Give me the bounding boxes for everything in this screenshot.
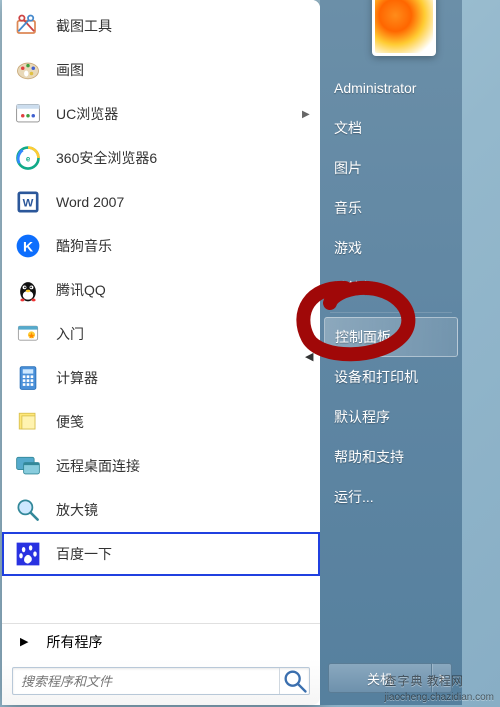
right-item-label: 游戏 (334, 238, 362, 258)
right-item-label: 运行... (334, 487, 374, 507)
search-button[interactable] (279, 668, 309, 694)
notes-icon (12, 406, 44, 438)
rdp-icon (12, 450, 44, 482)
right-item-music[interactable]: 音乐 (320, 188, 462, 228)
program-label: 入门 (56, 324, 312, 344)
program-label: Word 2007 (56, 194, 312, 210)
program-label: 放大镜 (56, 500, 312, 520)
paint-icon (12, 54, 44, 86)
right-item-control-panel[interactable]: 控制面板 (324, 317, 458, 357)
right-item-label: 音乐 (334, 198, 362, 218)
snip-icon (12, 10, 44, 42)
360-icon: e (12, 142, 44, 174)
separator (330, 312, 452, 313)
search-box (12, 667, 310, 695)
magnifier-icon (12, 494, 44, 526)
right-item-label: 计算机 (334, 278, 376, 298)
program-label: 画图 (56, 60, 312, 80)
right-item-label: 默认程序 (334, 407, 390, 427)
all-programs-button[interactable]: ▶ 所有程序 (2, 623, 320, 659)
right-item-devices-printers[interactable]: 设备和打印机 (320, 357, 462, 397)
user-picture[interactable] (372, 0, 436, 56)
program-label: 百度一下 (56, 544, 312, 564)
start-icon (12, 318, 44, 350)
svg-text:W: W (23, 197, 34, 209)
program-item-360[interactable]: e 360安全浏览器6 (2, 136, 320, 180)
program-item-rdp[interactable]: 远程桌面连接 (2, 444, 320, 488)
right-item-label: 设备和打印机 (334, 367, 418, 387)
calc-icon (12, 362, 44, 394)
user-name-item[interactable]: Administrator (320, 68, 462, 108)
kugou-icon: K (12, 230, 44, 262)
program-item-baidu[interactable]: 百度一下 (2, 532, 320, 576)
recent-programs-list: 截图工具画图 UC浏览器▶ e 360安全浏览器6 W Word 2007 K 酷狗音乐腾讯Q… (2, 4, 320, 619)
uc-icon (12, 98, 44, 130)
triangle-right-icon: ▶ (20, 635, 28, 648)
program-label: 便笺 (56, 412, 312, 432)
baidu-icon (12, 538, 44, 570)
search-row (2, 659, 320, 705)
program-item-magnifier[interactable]: 放大镜 (2, 488, 320, 532)
program-label: UC浏览器 (56, 104, 302, 124)
search-input[interactable] (13, 674, 279, 689)
program-label: 酷狗音乐 (56, 236, 312, 256)
svg-text:K: K (23, 238, 33, 254)
program-item-start[interactable]: 入门 (2, 312, 320, 356)
right-items-list: Administrator 文档图片音乐游戏计算机控制面板设备和打印机默认程序帮… (320, 0, 462, 517)
right-item-label: 帮助和支持 (334, 447, 404, 467)
right-item-label: 文档 (334, 118, 362, 138)
program-label: 远程桌面连接 (56, 456, 312, 476)
program-item-uc[interactable]: UC浏览器▶ (2, 92, 320, 136)
program-label: 360安全浏览器6 (56, 148, 312, 168)
all-programs-label: 所有程序 (46, 632, 102, 652)
qq-icon (12, 274, 44, 306)
right-item-help[interactable]: 帮助和支持 (320, 437, 462, 477)
user-name-label: Administrator (334, 80, 416, 96)
right-item-documents[interactable]: 文档 (320, 108, 462, 148)
right-item-run[interactable]: 运行... (320, 477, 462, 517)
right-item-games[interactable]: 游戏 (320, 228, 462, 268)
flower-icon (375, 0, 433, 53)
watermark: 查字典 教程网 jiaocheng.chazidian.com (384, 672, 494, 703)
program-item-word[interactable]: W Word 2007 (2, 180, 320, 224)
chevron-right-icon: ▶ (302, 109, 312, 120)
program-label: 腾讯QQ (56, 280, 312, 300)
search-icon (281, 667, 309, 695)
word-icon: W (12, 186, 44, 218)
program-item-notes[interactable]: 便笺 (2, 400, 320, 444)
program-label: 计算器 (56, 368, 312, 388)
start-menu: 截图工具画图UC浏览器▶e360安全浏览器6WWord 2007K酷狗音乐腾讯Q… (2, 0, 320, 705)
program-item-paint[interactable]: 画图 (2, 48, 320, 92)
programs-panel: 截图工具画图UC浏览器▶e360安全浏览器6WWord 2007K酷狗音乐腾讯Q… (2, 0, 320, 705)
right-item-computer[interactable]: 计算机 (320, 268, 462, 308)
program-item-snip[interactable]: 截图工具 (2, 4, 320, 48)
submenu-caret-icon: ◀ (305, 350, 313, 363)
program-item-kugou[interactable]: K 酷狗音乐 (2, 224, 320, 268)
right-item-default-programs[interactable]: 默认程序 (320, 397, 462, 437)
svg-text:e: e (26, 155, 31, 164)
program-item-qq[interactable]: 腾讯QQ (2, 268, 320, 312)
program-item-calc[interactable]: 计算器 (2, 356, 320, 400)
right-item-label: 图片 (334, 158, 362, 178)
right-item-label: 控制面板 (335, 327, 391, 347)
right-item-pictures[interactable]: 图片 (320, 148, 462, 188)
right-panel: Administrator 文档图片音乐游戏计算机控制面板设备和打印机默认程序帮… (320, 0, 462, 705)
program-label: 截图工具 (56, 16, 312, 36)
